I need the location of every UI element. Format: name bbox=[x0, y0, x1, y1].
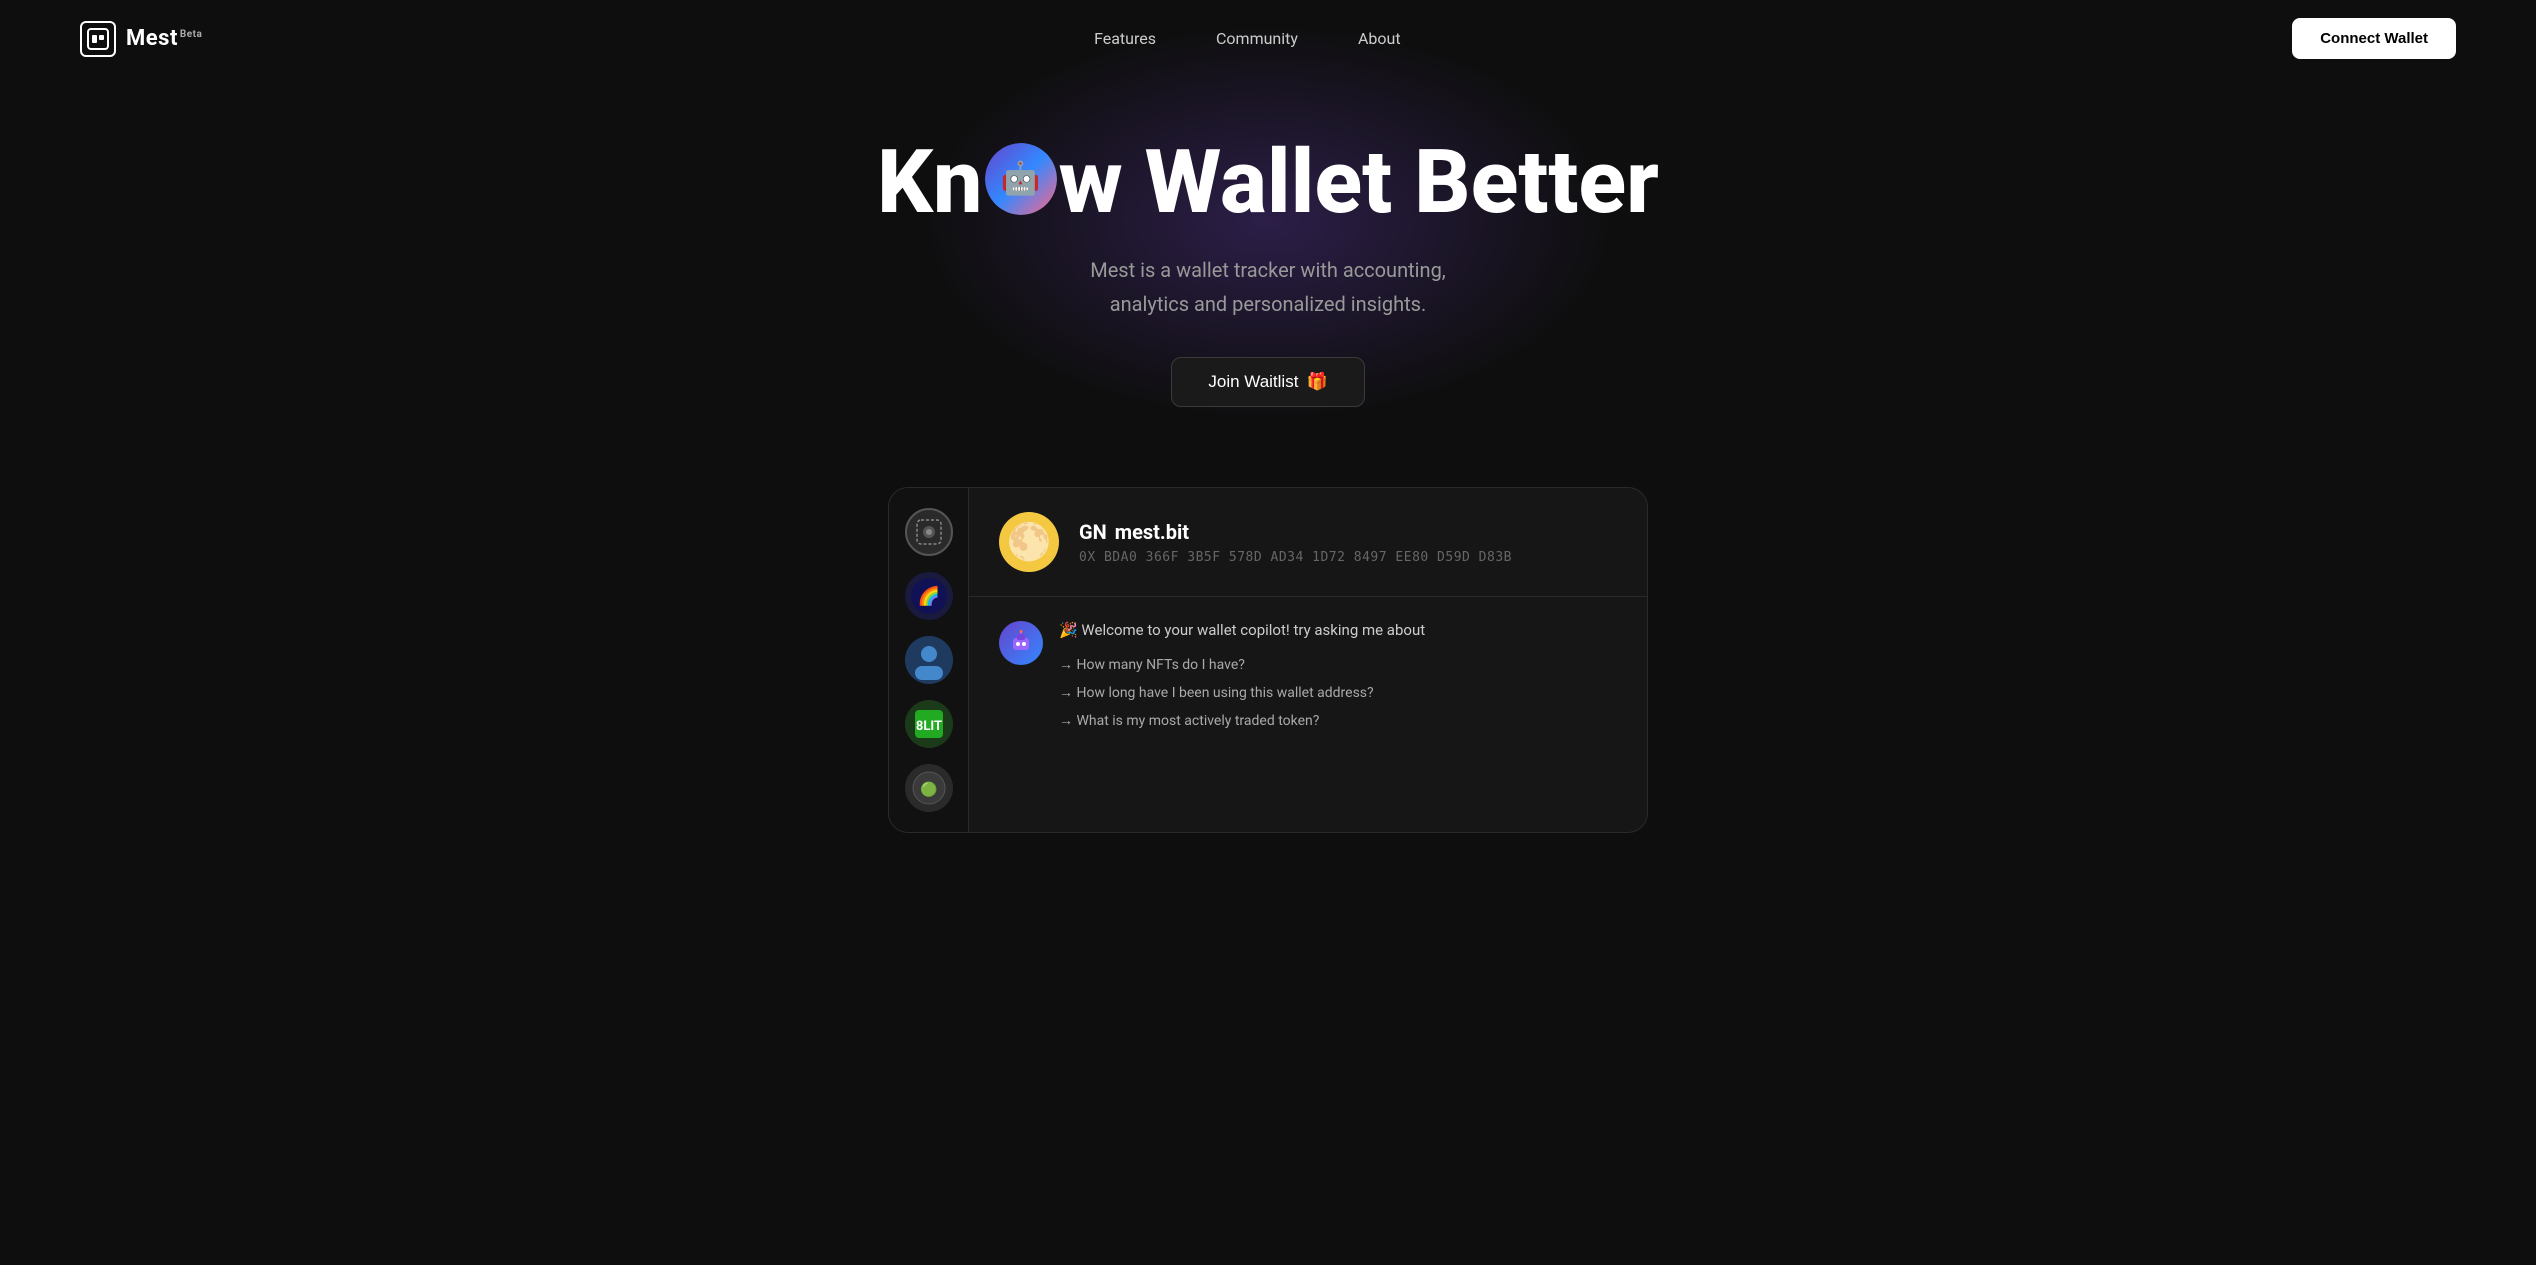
main-panel: 🌕 GN mest.bit 0X BDA0 366F 3B5F 578D AD3… bbox=[969, 488, 1647, 832]
join-waitlist-label: Join Waitlist bbox=[1208, 372, 1298, 392]
sidebar-avatar-1[interactable] bbox=[905, 508, 953, 556]
svg-text:8LIT: 8LIT bbox=[915, 719, 941, 734]
sidebar-avatar-3[interactable] bbox=[905, 636, 953, 684]
wallet-name: GN mest.bit bbox=[1079, 520, 1512, 544]
nav-links: Features Community About bbox=[1094, 29, 1401, 48]
chat-content: 🎉 Welcome to your wallet copilot! try as… bbox=[1059, 621, 1617, 735]
nav-item-community[interactable]: Community bbox=[1216, 29, 1298, 48]
wallet-domain: mest.bit bbox=[1115, 520, 1189, 544]
hero-title: Kn🤖w Wallet Better bbox=[877, 137, 1659, 229]
logo-icon bbox=[80, 21, 116, 57]
nav-item-features[interactable]: Features bbox=[1094, 29, 1156, 48]
sidebar-avatar-5[interactable]: 🟢 bbox=[905, 764, 953, 812]
wallet-avatar: 🌕 bbox=[999, 512, 1059, 572]
chat-item-1-text: → How many NFTs do I have? bbox=[1059, 657, 1245, 673]
wallet-address: 0X BDA0 366F 3B5F 578D AD34 1D72 8497 EE… bbox=[1079, 550, 1512, 565]
nav-link-community[interactable]: Community bbox=[1216, 29, 1298, 48]
sidebar-avatars: 🌈 8LIT bbox=[889, 488, 969, 832]
hero-subtitle: Mest is a wallet tracker with accounting… bbox=[1090, 253, 1446, 321]
chat-item-1: → How many NFTs do I have? bbox=[1059, 651, 1617, 679]
hero-title-part1: Kn bbox=[877, 137, 982, 229]
wallet-gn-label: GN bbox=[1079, 520, 1107, 544]
hero-title-part2: w Wallet Better bbox=[1059, 137, 1659, 229]
sidebar-avatar-2[interactable]: 🌈 bbox=[905, 572, 953, 620]
chat-message: 🎉 Welcome to your wallet copilot! try as… bbox=[999, 621, 1617, 735]
chat-section: 🎉 Welcome to your wallet copilot! try as… bbox=[969, 597, 1647, 759]
chat-item-3: → What is my most actively traded token? bbox=[1059, 707, 1617, 735]
chat-item-2: → How long have I been using this wallet… bbox=[1059, 679, 1617, 707]
dashboard-preview: 🌈 8LIT bbox=[0, 487, 2536, 833]
svg-text:🟢: 🟢 bbox=[920, 781, 937, 798]
hero-title-nft-icon: 🤖 bbox=[985, 143, 1057, 215]
logo[interactable]: MestBeta bbox=[80, 21, 202, 57]
connect-wallet-button[interactable]: Connect Wallet bbox=[2292, 18, 2456, 59]
chat-bot-avatar bbox=[999, 621, 1043, 665]
hero-section: Kn🤖w Wallet Better Mest is a wallet trac… bbox=[0, 77, 2536, 447]
logo-text: MestBeta bbox=[126, 26, 202, 51]
chat-intro-text: Welcome to your wallet copilot! try aski… bbox=[1081, 621, 1425, 639]
nav-link-about[interactable]: About bbox=[1358, 29, 1401, 48]
join-waitlist-button[interactable]: Join Waitlist 🎁 bbox=[1171, 357, 1364, 407]
svg-text:🌈: 🌈 bbox=[917, 585, 939, 607]
sidebar-avatar-4[interactable]: 8LIT bbox=[905, 700, 953, 748]
join-waitlist-icon: 🎁 bbox=[1306, 372, 1327, 392]
chat-item-3-text: → What is my most actively traded token? bbox=[1059, 713, 1319, 729]
dashboard-container: 🌈 8LIT bbox=[888, 487, 1648, 833]
nav-item-about[interactable]: About bbox=[1358, 29, 1401, 48]
wallet-info: GN mest.bit 0X BDA0 366F 3B5F 578D AD34 … bbox=[1079, 520, 1512, 565]
nav-link-features[interactable]: Features bbox=[1094, 29, 1156, 48]
chat-intro: 🎉 Welcome to your wallet copilot! try as… bbox=[1059, 621, 1617, 639]
navbar: MestBeta Features Community About Connec… bbox=[0, 0, 2536, 77]
wallet-header: 🌕 GN mest.bit 0X BDA0 366F 3B5F 578D AD3… bbox=[969, 488, 1647, 597]
chat-intro-icon: 🎉 bbox=[1059, 621, 1081, 639]
chat-item-2-text: → How long have I been using this wallet… bbox=[1059, 685, 1374, 701]
